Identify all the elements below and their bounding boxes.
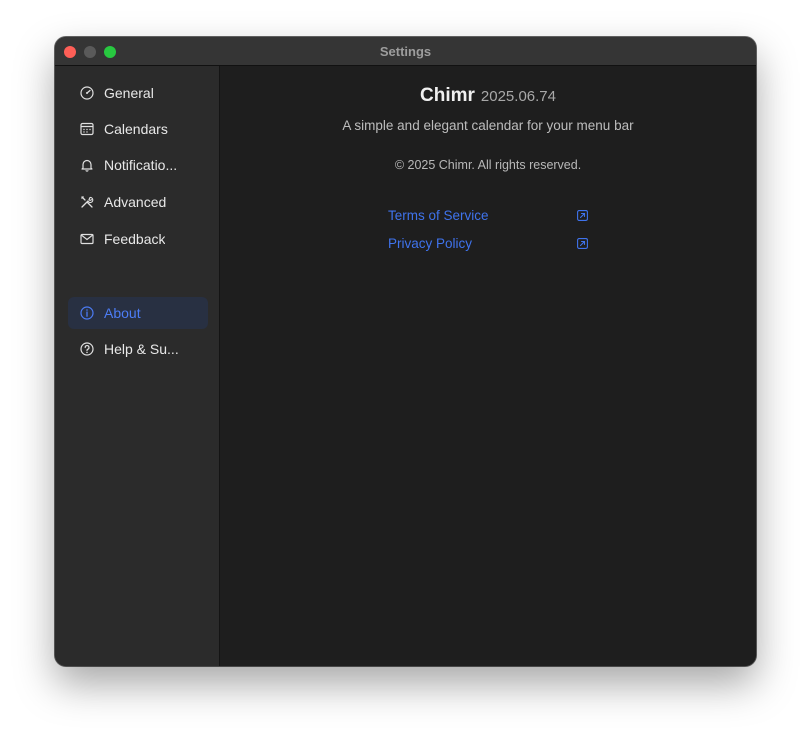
sidebar-item-general[interactable]: General: [68, 77, 208, 109]
copyright-notice: © 2025 Chimr. All rights reserved.: [394, 158, 582, 172]
app-version: 2025.06.74: [480, 88, 556, 105]
privacy-policy-link[interactable]: Privacy Policy: [388, 233, 588, 253]
sidebar: General Calendars Notificatio... Advance…: [55, 66, 220, 666]
sidebar-item-help[interactable]: Help & Su...: [68, 333, 208, 365]
title-bar: Settings: [55, 37, 756, 66]
about-panel: Chimr 2025.06.74 A simple and elegant cal…: [220, 66, 756, 666]
sidebar-item-label: Notificatio...: [104, 157, 178, 173]
sidebar-item-calendars[interactable]: Calendars: [68, 113, 208, 145]
sidebar-item-notifications[interactable]: Notificatio...: [68, 149, 208, 181]
sidebar-item-label: About: [104, 305, 141, 321]
envelope-icon: [80, 232, 94, 246]
terms-of-service-link[interactable]: Terms of Service: [388, 205, 588, 225]
window-title: Settings: [379, 44, 432, 59]
bell-icon: [80, 158, 94, 172]
link-label[interactable]: Terms of Service: [388, 208, 489, 223]
sidebar-item-label: General: [104, 85, 154, 101]
app-header: Chimr 2025.06.74: [220, 85, 756, 107]
sidebar-item-label: Calendars: [104, 121, 168, 137]
external-link-icon[interactable]: [577, 237, 588, 249]
sidebar-item-label: Advanced: [104, 194, 167, 210]
sidebar-item-label: Help & Su...: [104, 341, 179, 357]
sidebar-item-label: Feedback: [104, 231, 166, 247]
sidebar-item-feedback[interactable]: Feedback: [68, 223, 208, 255]
link-label[interactable]: Privacy Policy: [388, 236, 472, 251]
speedometer-icon: [80, 86, 94, 100]
calendar-icon: [80, 122, 94, 136]
tools-icon: [80, 195, 94, 209]
info-icon: [80, 306, 94, 320]
sidebar-item-about[interactable]: About: [68, 297, 208, 329]
external-link-icon[interactable]: [577, 209, 588, 221]
app-name: Chimr: [420, 85, 475, 106]
sidebar-item-advanced[interactable]: Advanced: [68, 186, 208, 218]
app-tagline: A simple and elegant calendar for your m…: [342, 118, 634, 133]
question-icon: [80, 342, 94, 356]
settings-window: Settings General Calendars Notificatio..…: [55, 37, 756, 666]
